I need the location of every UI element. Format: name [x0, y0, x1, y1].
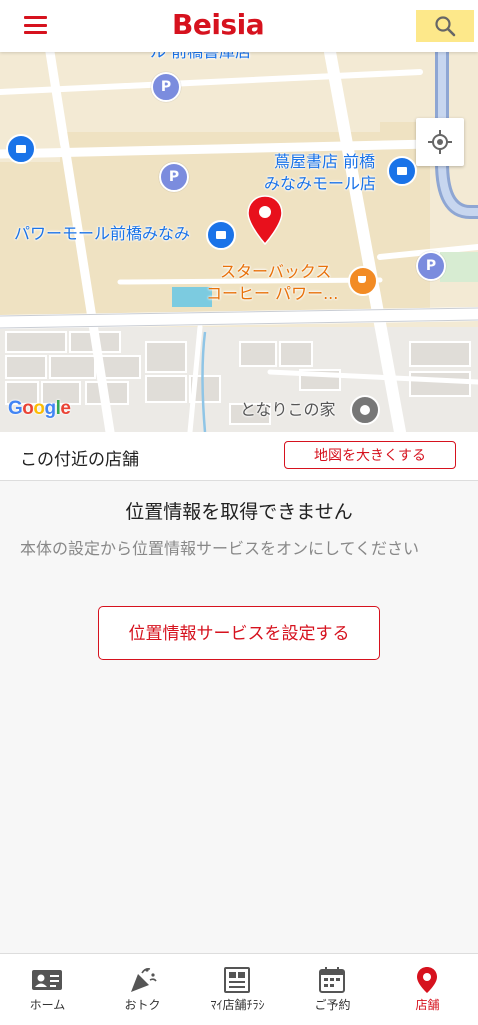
map-label-tsutaya-2: みなみモール店 — [264, 174, 377, 193]
tab-label: おトク — [124, 998, 161, 1012]
nearby-stores-bar: この付近の店舗 地図を大きくする — [0, 432, 478, 481]
map-label-tonari: となりこの家 — [240, 400, 336, 419]
nearby-stores-title: この付近の店舗 — [20, 450, 139, 470]
id-card-icon — [32, 970, 62, 990]
place-marker-icon[interactable] — [350, 395, 380, 425]
map-label-top: ル 前橋書庫店 — [150, 52, 251, 62]
app-header: Beisia — [0, 0, 478, 52]
hamburger-menu-icon[interactable] — [24, 16, 47, 34]
tab-label: ホーム — [29, 998, 66, 1012]
shopping-bag-marker-icon[interactable] — [206, 220, 236, 250]
tab-label: 店舗 — [415, 998, 440, 1012]
tab-label: ﾏｲ店舗ﾁﾗｼ — [210, 998, 265, 1012]
flyer-icon — [224, 967, 250, 993]
app-logo: Beisia — [172, 8, 265, 41]
search-icon — [435, 16, 456, 37]
location-error-panel: 位置情報を取得できません 本体の設定から位置情報サービスをオンにしてください 位… — [0, 481, 478, 953]
cafe-marker-icon[interactable] — [348, 266, 378, 296]
parking-marker-icon[interactable]: P — [416, 251, 446, 281]
shopping-bag-marker-icon[interactable] — [6, 134, 36, 164]
parking-marker-icon[interactable]: P — [159, 162, 189, 192]
party-popper-icon — [131, 968, 157, 992]
location-pin-icon — [417, 967, 437, 993]
tab-stores[interactable]: 店舗 — [380, 954, 475, 1025]
enlarge-map-button[interactable]: 地図を大きくする — [284, 441, 456, 469]
map-label-tsutaya-1: 蔦屋書店 前橋 — [274, 152, 376, 171]
calendar-icon — [319, 967, 345, 993]
bottom-tab-bar: ホーム おトク ﾏｲ店舗ﾁﾗｼ ご予約 店舗 — [0, 953, 478, 1025]
tab-label: ご予約 — [314, 998, 351, 1012]
tab-reservation[interactable]: ご予約 — [285, 954, 380, 1025]
map-label-starbucks-1: スターバックス — [220, 262, 332, 281]
parking-marker-icon[interactable]: P — [151, 72, 181, 102]
map-label-powermall: パワーモール前橋みなみ — [14, 224, 191, 243]
tab-deals[interactable]: おトク — [95, 954, 190, 1025]
map-label-starbucks-2: コーヒー パワー... — [206, 284, 339, 303]
location-error-body: 本体の設定から位置情報サービスをオンにしてください — [20, 539, 420, 558]
location-error-title: 位置情報を取得できません — [125, 501, 353, 523]
search-button[interactable] — [416, 10, 474, 42]
my-location-button[interactable] — [416, 118, 464, 166]
crosshair-icon — [428, 130, 452, 154]
store-map[interactable]: ル 前橋書庫店 P P P 蔦屋書店 前橋 みなみモール店 パワーモール前橋みな… — [0, 52, 478, 432]
tab-home[interactable]: ホーム — [0, 954, 95, 1025]
google-logo: Google — [8, 398, 71, 419]
tab-my-store-flyer[interactable]: ﾏｲ店舗ﾁﾗｼ — [190, 954, 285, 1025]
location-settings-button[interactable]: 位置情報サービスを設定する — [98, 606, 380, 660]
store-location-pin-icon[interactable] — [246, 194, 284, 246]
shopping-bag-marker-icon[interactable] — [387, 156, 417, 186]
